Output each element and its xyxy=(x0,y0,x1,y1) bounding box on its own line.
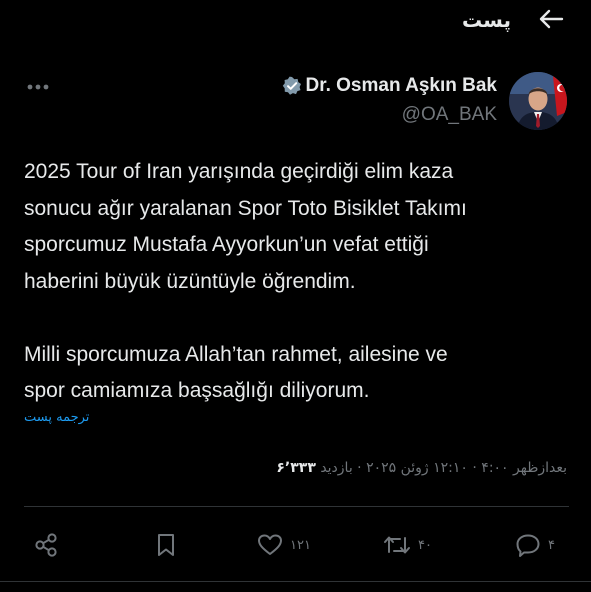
bookmark-icon xyxy=(158,534,174,556)
author-name: Dr. Osman Aşkın Bak xyxy=(305,75,497,96)
tweet-date[interactable]: ۱۲:۱۰ ژوئن ۲۰۲۵ xyxy=(366,460,468,476)
profile-photo xyxy=(509,72,567,130)
verified-badge-icon xyxy=(282,76,302,96)
avatar[interactable] xyxy=(509,72,567,130)
arrow-left-icon xyxy=(539,9,564,29)
tweet-paragraph: 2025 Tour of Iran yarışında geçirdiği el… xyxy=(24,160,467,293)
views-label: بازدید xyxy=(320,460,353,476)
views-count[interactable]: ۶٬۳۳۳ xyxy=(276,460,316,476)
retweet-count: ۴۰ xyxy=(418,537,432,553)
retweet-button[interactable]: ۴۰ xyxy=(382,523,432,567)
retweet-icon xyxy=(384,536,410,554)
share-icon xyxy=(35,533,57,557)
translate-post-link[interactable]: ترجمه پست xyxy=(24,410,89,425)
reply-count: ۴ xyxy=(548,537,555,553)
meta-separator: · xyxy=(467,460,482,476)
like-button[interactable]: ۱۲۱ xyxy=(256,523,311,567)
tweet-text: 2025 Tour of Iran yarışında geçirdiği el… xyxy=(24,154,569,410)
share-button[interactable] xyxy=(32,523,60,567)
meta-separator: · xyxy=(352,460,367,476)
page-title: پست xyxy=(461,8,511,32)
tweet-time[interactable]: بعدازظهر ۴:۰۰ xyxy=(481,460,567,476)
like-count: ۱۲۱ xyxy=(290,537,311,553)
tweet-meta: بعدازظهر ۴:۰۰ · ۱۲:۱۰ ژوئن ۲۰۲۵ · بازدید… xyxy=(276,460,567,476)
divider xyxy=(0,581,591,582)
author-name-row[interactable]: Dr. Osman Aşkın Bak xyxy=(282,75,497,97)
more-options-button[interactable] xyxy=(24,78,52,96)
top-bar: پست xyxy=(0,0,591,48)
bookmark-button[interactable] xyxy=(152,523,180,567)
heart-icon xyxy=(258,534,282,555)
tweet-paragraph: Milli sporcumuza Allah’tan rahmet, ailes… xyxy=(24,342,448,403)
more-dots-icon xyxy=(27,84,49,90)
action-bar: ۱۲۱ ۴۰ ۴ xyxy=(24,523,569,567)
back-button[interactable] xyxy=(535,8,567,30)
author-handle[interactable]: @OA_BAK xyxy=(402,104,497,126)
reply-icon xyxy=(516,534,540,557)
author-header: Dr. Osman Aşkın Bak @OA_BAK xyxy=(0,64,591,134)
divider xyxy=(24,506,569,507)
reply-button[interactable]: ۴ xyxy=(514,523,555,567)
